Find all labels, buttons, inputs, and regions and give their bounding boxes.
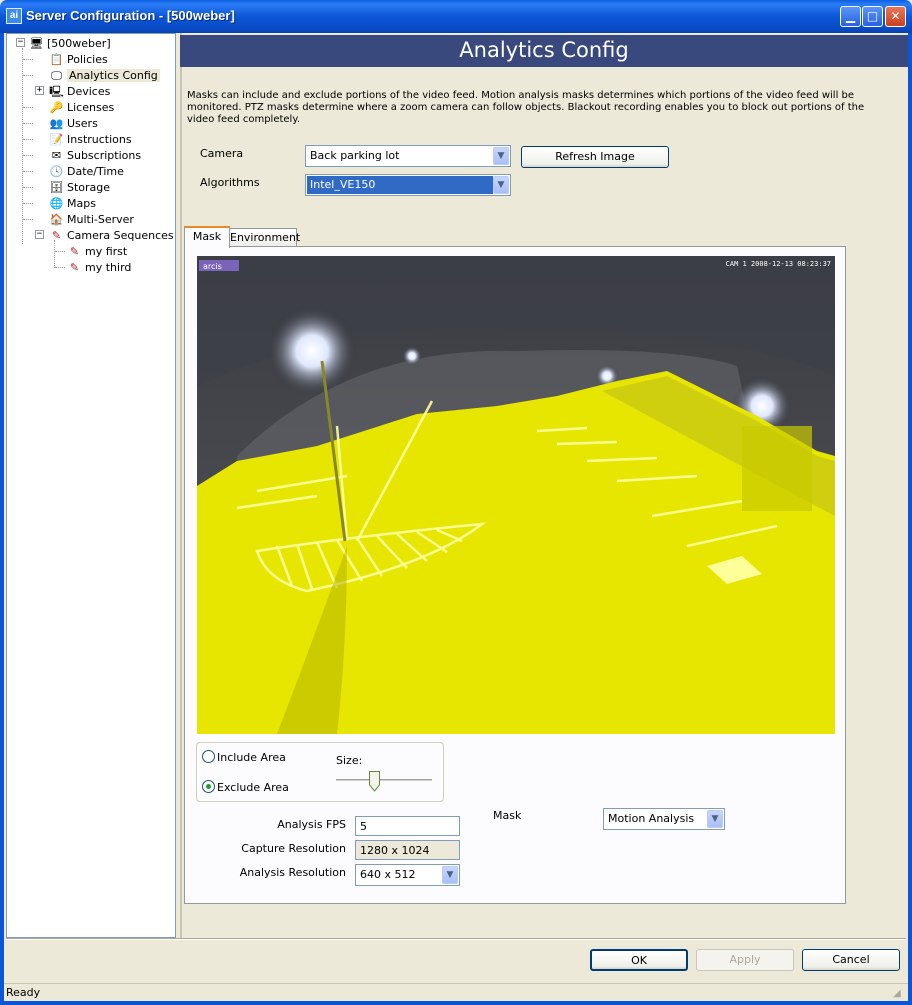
- app-icon: ai: [6, 8, 22, 24]
- analytics-icon: 🖵: [51, 68, 62, 82]
- chevron-down-icon[interactable]: ▼: [442, 866, 458, 884]
- tab-mask[interactable]: Mask: [184, 226, 230, 248]
- tree-item-sequence[interactable]: ✎ my third: [67, 259, 131, 275]
- camera-select[interactable]: Back parking lot ▼: [305, 145, 511, 167]
- instructions-icon: 📝: [49, 132, 64, 146]
- pencil-icon: ✎: [69, 260, 80, 274]
- users-icon: 👥: [49, 116, 64, 130]
- refresh-image-button[interactable]: Refresh Image: [521, 146, 669, 168]
- camera-timestamp: CAM 1 2008-12-13 08:23:37: [726, 260, 831, 268]
- computer-icon: 🖥: [29, 36, 44, 50]
- expand-devices-icon[interactable]: +: [35, 86, 44, 95]
- algorithms-label: Algorithms: [200, 176, 260, 189]
- capture-resolution-label: Capture Resolution: [241, 842, 346, 855]
- chevron-down-icon[interactable]: ▼: [493, 147, 509, 165]
- tree-item-devices[interactable]: 🖳 Devices: [49, 83, 110, 99]
- camera-image[interactable]: arcis CAM 1 2008-12-13 08:23:37: [197, 256, 835, 734]
- analysis-fps-input[interactable]: 5: [355, 816, 460, 836]
- tree-item-instructions[interactable]: 📝 Instructions: [49, 131, 132, 147]
- tree-item-camera-sequences[interactable]: ✎ Camera Sequences: [49, 227, 174, 243]
- collapse-root-icon[interactable]: −: [16, 38, 25, 47]
- window-title: Server Configuration - [500weber]: [26, 8, 235, 23]
- storage-icon: 🗄: [49, 180, 64, 194]
- tree-item-subscriptions[interactable]: ✉ Subscriptions: [49, 147, 141, 163]
- license-icon: 🔑: [49, 100, 64, 114]
- tree-item-date-time[interactable]: 🕓 Date/Time: [49, 163, 124, 179]
- tree-item-analytics-config[interactable]: 🖵 Analytics Config: [49, 67, 160, 83]
- close-button[interactable]: ✕: [885, 6, 906, 27]
- house-icon: 🏠: [49, 212, 64, 226]
- tree-item-licenses[interactable]: 🔑 Licenses: [49, 99, 115, 115]
- status-text: Ready: [6, 986, 41, 999]
- resize-grip-icon[interactable]: ◢: [893, 988, 905, 1000]
- size-slider-thumb[interactable]: [369, 771, 381, 792]
- size-label: Size:: [336, 754, 363, 767]
- include-area-radio[interactable]: [202, 750, 215, 763]
- apply-button[interactable]: Apply: [696, 949, 794, 971]
- exclude-area-label[interactable]: Exclude Area: [217, 781, 289, 794]
- maximize-button[interactable]: □: [862, 6, 883, 27]
- description-text: Masks can include and exclude portions o…: [187, 90, 865, 125]
- tree-root-label: [500weber]: [47, 36, 111, 50]
- status-bar: Ready: [4, 983, 908, 1001]
- size-slider-track[interactable]: [336, 779, 432, 782]
- parking-lot-image: arcis CAM 1 2008-12-13 08:23:37: [197, 256, 835, 734]
- envelope-icon: ✉: [51, 148, 62, 162]
- analysis-fps-label: Analysis FPS: [277, 818, 346, 831]
- navigation-tree[interactable]: − 🖥 [500weber] 📋 Policies 🖵 Analytics Co…: [6, 33, 176, 938]
- tree-item-maps[interactable]: 🌐 Maps: [49, 195, 96, 211]
- collapse-sequences-icon[interactable]: −: [35, 230, 44, 239]
- policy-icon: 📋: [49, 52, 64, 66]
- algorithms-select[interactable]: Intel_VE150 ▼: [305, 174, 511, 196]
- page-title: Analytics Config: [180, 35, 908, 67]
- divider: [6, 938, 906, 940]
- mask-type-label: Mask: [493, 809, 522, 822]
- tree-item-policies[interactable]: 📋 Policies: [49, 51, 108, 67]
- camera-logo-text: arcis: [203, 262, 222, 271]
- capture-resolution-field: 1280 x 1024: [355, 840, 460, 860]
- include-area-label[interactable]: Include Area: [217, 751, 286, 764]
- pencil-icon: ✎: [51, 228, 62, 242]
- tab-environment[interactable]: Environment: [229, 228, 300, 248]
- globe-icon: 🌐: [49, 196, 64, 210]
- tree-item-multi-server[interactable]: 🏠 Multi-Server: [49, 211, 134, 227]
- devices-icon: 🖳: [49, 84, 64, 98]
- camera-label: Camera: [200, 147, 244, 160]
- chevron-down-icon[interactable]: ▼: [493, 176, 509, 194]
- clock-icon: 🕓: [49, 164, 64, 178]
- minimize-button[interactable]: ▁: [840, 6, 861, 27]
- tree-item-users[interactable]: 👥 Users: [49, 115, 98, 131]
- pencil-icon: ✎: [69, 244, 80, 258]
- tree-item-storage[interactable]: 🗄 Storage: [49, 179, 111, 195]
- tree-root[interactable]: 🖥 [500weber]: [29, 35, 111, 51]
- analysis-resolution-label: Analysis Resolution: [239, 866, 346, 879]
- analysis-resolution-select[interactable]: 640 x 512 ▼: [355, 864, 460, 886]
- tree-item-sequence[interactable]: ✎ my first: [67, 243, 127, 259]
- exclude-area-radio[interactable]: [202, 780, 215, 793]
- chevron-down-icon[interactable]: ▼: [707, 810, 723, 828]
- slider-thumb-icon: [369, 771, 381, 792]
- cancel-button[interactable]: Cancel: [802, 949, 900, 971]
- mask-type-select[interactable]: Motion Analysis ▼: [603, 808, 725, 830]
- ok-button[interactable]: OK: [590, 949, 688, 971]
